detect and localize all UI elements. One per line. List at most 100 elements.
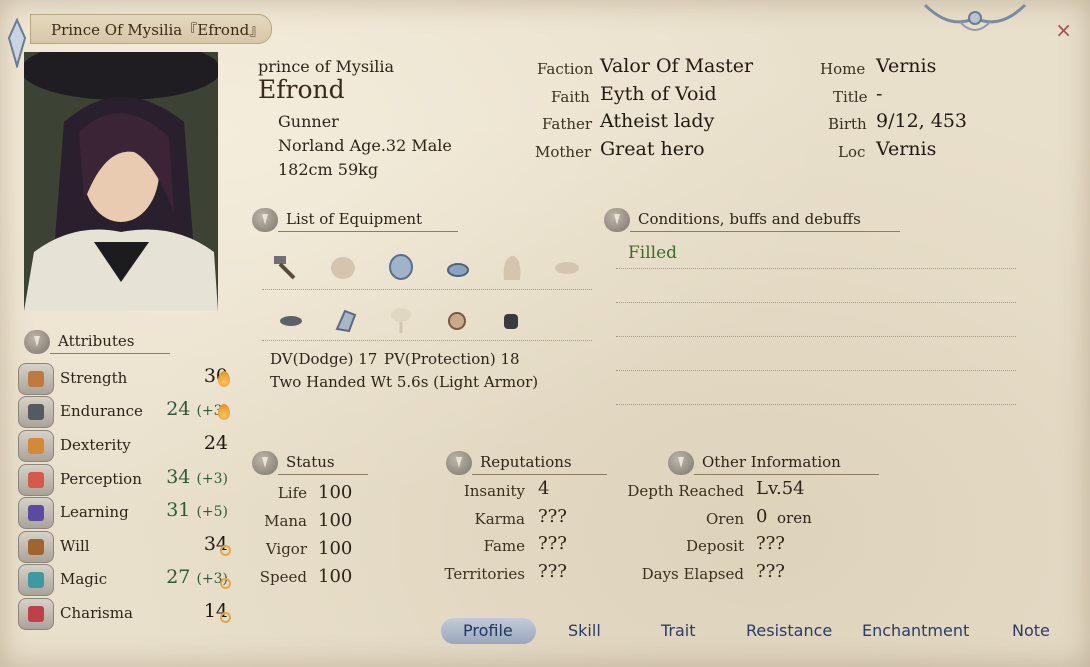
- attribute-value: 24: [203, 432, 228, 454]
- empty-slot-icon[interactable]: [552, 252, 582, 282]
- dv-value: DV(Dodge) 17: [270, 350, 378, 368]
- ornament-icon: [923, 3, 1027, 31]
- character-portrait: [24, 52, 218, 311]
- potential-flame-icon: [218, 404, 230, 420]
- attributes-heading: Attributes: [24, 330, 174, 354]
- faith-label: Faith: [551, 88, 590, 106]
- attribute-row-perception[interactable]: Perception 34 (+3): [18, 464, 248, 496]
- father-label: Father: [542, 115, 593, 133]
- fame-label: Fame: [483, 537, 525, 555]
- attribute-row-endurance[interactable]: Endurance 24 (+3): [18, 396, 248, 428]
- father-value: Atheist lady: [600, 110, 715, 132]
- attribute-value: 27 (+3): [166, 566, 228, 588]
- vigor-label: Vigor: [265, 540, 307, 558]
- karma-label: Karma: [474, 510, 526, 528]
- tab-profile[interactable]: Profile: [441, 618, 536, 644]
- pv-value: PV(Protection) 18: [384, 350, 520, 368]
- window-title-tab: Prince Of Mysilia『Efrond』: [30, 14, 272, 44]
- attribute-value: 34 (+3): [166, 466, 228, 488]
- life-label: Life: [277, 484, 307, 502]
- equipment-divider: [262, 289, 592, 291]
- potential-dot-icon: [220, 612, 231, 623]
- conditions-line: [616, 302, 1016, 304]
- dexterity-icon: [18, 430, 54, 462]
- territories-value: ???: [538, 561, 567, 582]
- portrait-image: [24, 52, 218, 311]
- section-bullet-icon: [604, 208, 630, 232]
- mother-label: Mother: [535, 143, 592, 161]
- attribute-row-will[interactable]: Will 34: [18, 531, 248, 563]
- perception-icon: [18, 464, 54, 496]
- birth-value: 9/12, 453: [876, 110, 968, 132]
- boots-icon[interactable]: [331, 305, 361, 335]
- attribute-value: 14: [203, 600, 228, 622]
- loc-value: Vernis: [876, 138, 937, 160]
- tab-note[interactable]: Note: [1012, 618, 1050, 644]
- depth-label: Depth Reached: [627, 482, 744, 500]
- character-race-line: Norland Age.32 Male: [278, 136, 452, 155]
- depth-value: Lv.54: [756, 478, 805, 499]
- attribute-row-magic[interactable]: Magic 27 (+3): [18, 564, 248, 596]
- empty-slot-icon[interactable]: [328, 252, 358, 282]
- mana-label: Mana: [264, 512, 307, 530]
- attribute-row-dexterity[interactable]: Dexterity 24: [18, 430, 248, 462]
- life-value: 100: [318, 482, 353, 503]
- will-icon: [18, 531, 54, 563]
- loc-label: Loc: [838, 143, 866, 161]
- conditions-line: [616, 268, 1016, 270]
- karma-value: ???: [538, 506, 567, 527]
- section-bullet-icon: [252, 208, 278, 232]
- conditions-line: [616, 404, 1016, 406]
- reputations-heading: Reputations: [446, 451, 611, 475]
- bag-icon[interactable]: [496, 305, 526, 335]
- insanity-value: 4: [538, 478, 550, 499]
- endurance-icon: [18, 396, 54, 428]
- attribute-row-charisma[interactable]: Charisma 14: [18, 598, 248, 630]
- birth-label: Birth: [828, 115, 867, 133]
- character-class: Gunner: [278, 112, 339, 131]
- faction-label: Faction: [537, 60, 594, 78]
- window-title: Prince Of Mysilia『Efrond』: [51, 21, 265, 39]
- tab-enchantment[interactable]: Enchantment: [862, 618, 969, 644]
- magic-icon: [18, 564, 54, 596]
- empty-slot-icon[interactable]: [496, 252, 526, 282]
- attribute-row-learning[interactable]: Learning 31 (+5): [18, 497, 248, 529]
- equipment-divider: [262, 340, 592, 342]
- attribute-value: 24 (+3): [166, 398, 228, 420]
- speed-value: 100: [318, 566, 353, 587]
- hammer-icon[interactable]: [270, 252, 300, 282]
- vigor-value: 100: [318, 538, 353, 559]
- potential-dot-icon: [220, 578, 231, 589]
- days-elapsed-value: ???: [756, 561, 785, 582]
- attribute-value: 31 (+5): [166, 499, 228, 521]
- learning-icon: [18, 497, 54, 529]
- other-info-heading: Other Information: [668, 451, 883, 475]
- tab-trait[interactable]: Trait: [661, 618, 696, 644]
- conditions-heading: Conditions, buffs and debuffs: [604, 208, 904, 232]
- gloves-icon[interactable]: [276, 305, 306, 335]
- insanity-label: Insanity: [463, 482, 525, 500]
- faction-value: Valor Of Master: [600, 55, 754, 77]
- section-bullet-icon: [252, 451, 278, 475]
- home-label: Home: [820, 60, 866, 78]
- potential-dot-icon: [220, 545, 231, 556]
- oren-value: 0: [756, 506, 768, 527]
- amulet-icon[interactable]: [442, 305, 472, 335]
- home-value: Vernis: [876, 55, 937, 77]
- section-bullet-icon: [668, 451, 694, 475]
- deposit-value: ???: [756, 533, 785, 554]
- strength-icon: [18, 363, 54, 395]
- oren-label: Oren: [705, 510, 744, 528]
- conditions-line: [616, 336, 1016, 338]
- speed-label: Speed: [259, 568, 307, 586]
- character-sheet-window: Prince Of Mysilia『Efrond』 × prince of My…: [0, 0, 1090, 667]
- equipment-heading: List of Equipment: [252, 208, 462, 232]
- tab-skill[interactable]: Skill: [568, 618, 601, 644]
- close-button[interactable]: ×: [1055, 18, 1072, 42]
- empty-slot-icon[interactable]: [386, 305, 416, 335]
- ring-icon[interactable]: [443, 252, 473, 282]
- helmet-icon[interactable]: [386, 252, 416, 282]
- character-body-line: 182cm 59kg: [278, 160, 379, 179]
- tab-resistance[interactable]: Resistance: [746, 618, 832, 644]
- attribute-row-strength[interactable]: Strength 30: [18, 363, 248, 395]
